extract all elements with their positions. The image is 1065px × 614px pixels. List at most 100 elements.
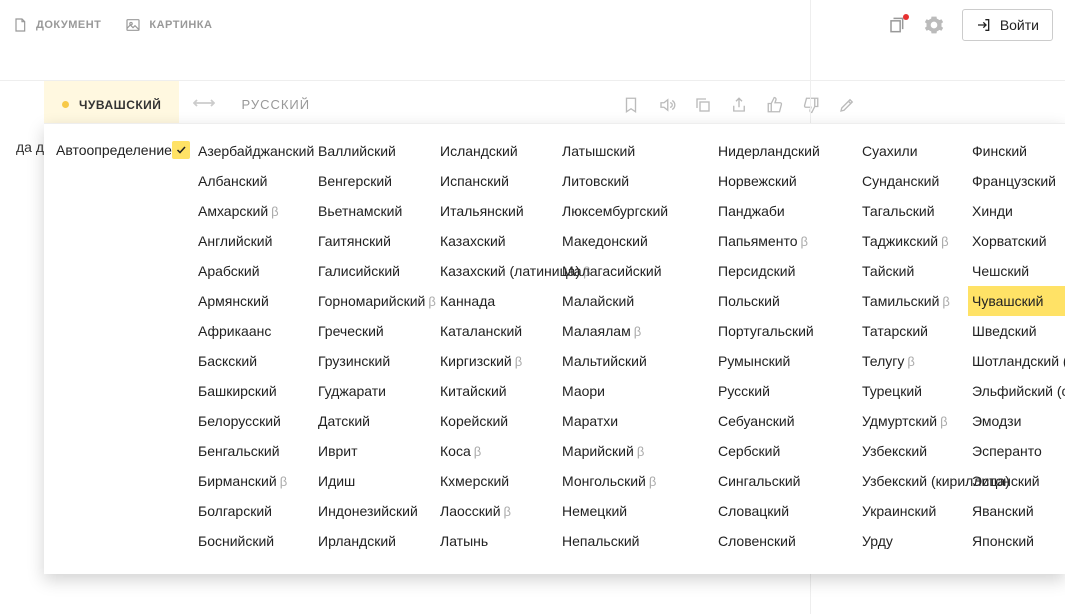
language-option[interactable]: Марийскийβ xyxy=(558,436,714,466)
language-option[interactable]: Валлийский xyxy=(314,136,436,166)
language-option[interactable]: Сербский xyxy=(714,436,858,466)
collections-icon[interactable] xyxy=(886,15,906,35)
image-tab[interactable]: КАРТИНКА xyxy=(125,17,212,33)
language-option[interactable]: Каннада xyxy=(436,286,558,316)
language-option[interactable]: Румынский xyxy=(714,346,858,376)
language-option[interactable]: Словацкий xyxy=(714,496,858,526)
language-option[interactable]: Немецкий xyxy=(558,496,714,526)
language-option[interactable]: Латынь xyxy=(436,526,558,556)
thumbs-down-icon[interactable] xyxy=(802,96,820,114)
source-language-button[interactable]: ЧУВАШСКИЙ xyxy=(44,81,179,128)
edit-icon[interactable] xyxy=(838,96,856,114)
language-option[interactable]: Корейский xyxy=(436,406,558,436)
language-option[interactable]: Латышский xyxy=(558,136,714,166)
language-option[interactable]: Монгольскийβ xyxy=(558,466,714,496)
language-option[interactable]: Азербайджанский xyxy=(194,136,314,166)
swap-languages-button[interactable] xyxy=(179,95,229,114)
language-option[interactable]: Армянский xyxy=(194,286,314,316)
destination-language-button[interactable]: РУССКИЙ xyxy=(229,81,322,128)
autodetect-option[interactable]: Автоопределение xyxy=(50,136,194,164)
language-option[interactable]: Гаитянский xyxy=(314,226,436,256)
language-option[interactable]: Казахский (латиница)β xyxy=(436,256,558,286)
language-option[interactable]: Нидерландский xyxy=(714,136,858,166)
language-option[interactable]: Польский xyxy=(714,286,858,316)
language-option[interactable]: Албанский xyxy=(194,166,314,196)
language-option[interactable]: Лаосскийβ xyxy=(436,496,558,526)
language-option[interactable]: Мальтийский xyxy=(558,346,714,376)
language-option[interactable]: Урду xyxy=(858,526,968,556)
language-option[interactable]: Африкаанс xyxy=(194,316,314,346)
language-option[interactable]: Чувашский xyxy=(968,286,1065,316)
login-button[interactable]: Войти xyxy=(962,9,1053,41)
language-option[interactable]: Узбекский (кириллица) xyxy=(858,466,968,496)
language-option[interactable]: Ирландский xyxy=(314,526,436,556)
language-option[interactable]: Норвежский xyxy=(714,166,858,196)
language-option[interactable]: Татарский xyxy=(858,316,968,346)
language-option[interactable]: Башкирский xyxy=(194,376,314,406)
language-option[interactable]: Галисийский xyxy=(314,256,436,286)
language-option[interactable]: Косаβ xyxy=(436,436,558,466)
copy-icon[interactable] xyxy=(694,96,712,114)
language-option[interactable]: Грузинский xyxy=(314,346,436,376)
language-option[interactable]: Японский xyxy=(968,526,1065,556)
language-option[interactable]: Чешский xyxy=(968,256,1065,286)
settings-icon[interactable] xyxy=(924,15,944,35)
document-tab[interactable]: ДОКУМЕНТ xyxy=(12,17,101,33)
language-option[interactable]: Французский xyxy=(968,166,1065,196)
language-option[interactable]: Турецкий xyxy=(858,376,968,406)
language-option[interactable]: Кхмерский xyxy=(436,466,558,496)
language-option[interactable]: Панджаби xyxy=(714,196,858,226)
language-option[interactable]: Маори xyxy=(558,376,714,406)
language-option[interactable]: Венгерский xyxy=(314,166,436,196)
language-option[interactable]: Словенский xyxy=(714,526,858,556)
language-option[interactable]: Датский xyxy=(314,406,436,436)
language-option[interactable]: Русский xyxy=(714,376,858,406)
language-option[interactable]: Папьяментоβ xyxy=(714,226,858,256)
language-option[interactable]: Вьетнамский xyxy=(314,196,436,226)
language-option[interactable]: Малайский xyxy=(558,286,714,316)
language-option[interactable]: Болгарский xyxy=(194,496,314,526)
language-option[interactable]: Эльфийский (синдарин) xyxy=(968,376,1065,406)
thumbs-up-icon[interactable] xyxy=(766,96,784,114)
bookmark-icon[interactable] xyxy=(622,96,640,114)
language-option[interactable]: Маратхи xyxy=(558,406,714,436)
language-option[interactable]: Литовский xyxy=(558,166,714,196)
language-option[interactable]: Боснийский xyxy=(194,526,314,556)
language-option[interactable]: Македонский xyxy=(558,226,714,256)
language-option[interactable]: Тамильскийβ xyxy=(858,286,968,316)
language-option[interactable]: Белорусский xyxy=(194,406,314,436)
language-option[interactable]: Иврит xyxy=(314,436,436,466)
language-option[interactable]: Таджикскийβ xyxy=(858,226,968,256)
language-option[interactable]: Эмодзи xyxy=(968,406,1065,436)
language-option[interactable]: Украинский xyxy=(858,496,968,526)
language-option[interactable]: Горномарийскийβ xyxy=(314,286,436,316)
language-option[interactable]: Идиш xyxy=(314,466,436,496)
language-option[interactable]: Испанский xyxy=(436,166,558,196)
language-option[interactable]: Греческий xyxy=(314,316,436,346)
language-option[interactable]: Баскский xyxy=(194,346,314,376)
language-option[interactable]: Эстонский xyxy=(968,466,1065,496)
language-option[interactable]: Сунданский xyxy=(858,166,968,196)
language-option[interactable]: Узбекский xyxy=(858,436,968,466)
language-option[interactable]: Суахили xyxy=(858,136,968,166)
language-option[interactable]: Португальский xyxy=(714,316,858,346)
language-option[interactable]: Эсперанто xyxy=(968,436,1065,466)
language-option[interactable]: Яванский xyxy=(968,496,1065,526)
language-option[interactable]: Шотландский (гэльский) xyxy=(968,346,1065,376)
language-option[interactable]: Бирманскийβ xyxy=(194,466,314,496)
sound-icon[interactable] xyxy=(658,96,676,114)
language-option[interactable]: Казахский xyxy=(436,226,558,256)
language-option[interactable]: Непальский xyxy=(558,526,714,556)
language-option[interactable]: Киргизскийβ xyxy=(436,346,558,376)
language-option[interactable]: Каталанский xyxy=(436,316,558,346)
language-option[interactable]: Телугуβ xyxy=(858,346,968,376)
language-option[interactable]: Китайский xyxy=(436,376,558,406)
language-option[interactable]: Исландский xyxy=(436,136,558,166)
language-option[interactable]: Малагасийский xyxy=(558,256,714,286)
language-option[interactable]: Бенгальский xyxy=(194,436,314,466)
language-option[interactable]: Персидский xyxy=(714,256,858,286)
language-option[interactable]: Итальянский xyxy=(436,196,558,226)
language-option[interactable]: Люксембургский xyxy=(558,196,714,226)
language-option[interactable]: Хорватский xyxy=(968,226,1065,256)
share-icon[interactable] xyxy=(730,96,748,114)
